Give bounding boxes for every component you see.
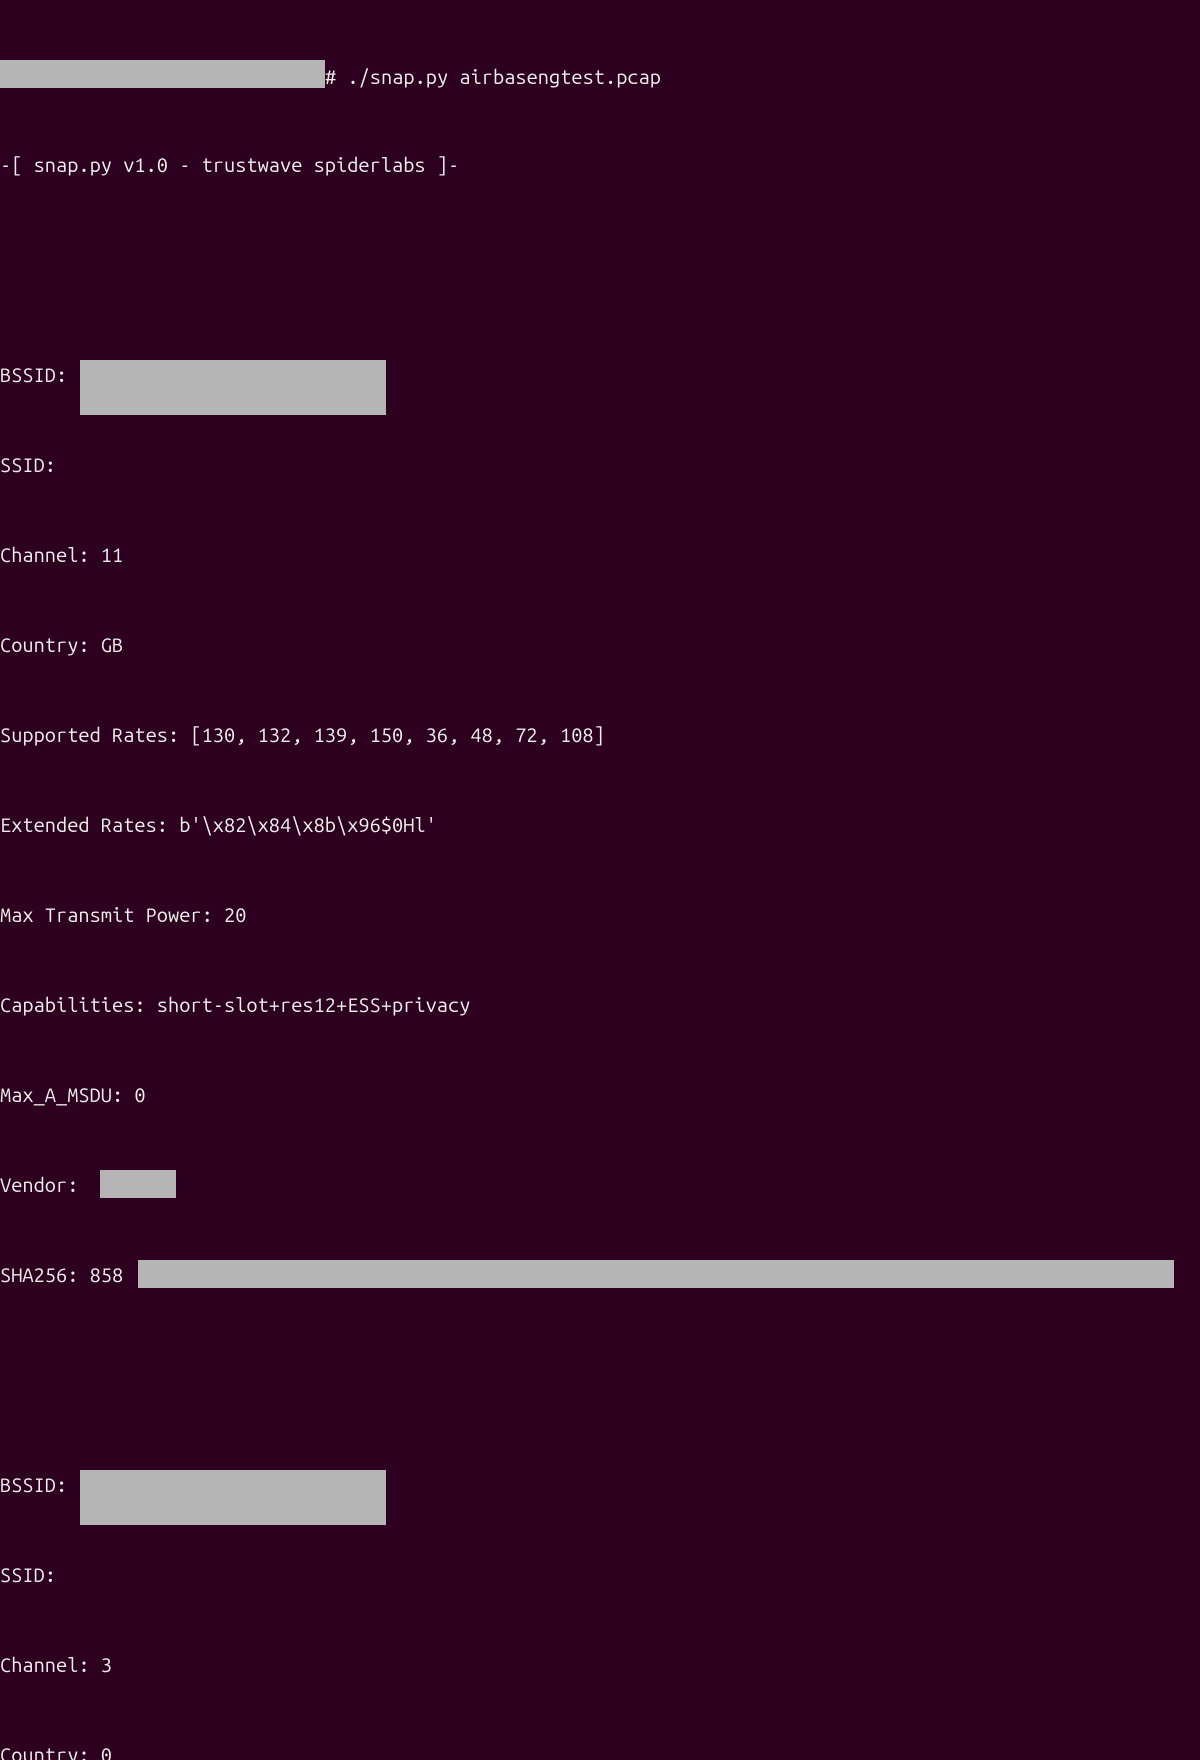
ssid-line-1: SSID: <box>0 450 1200 480</box>
channel-line-2: Channel: 3 <box>0 1650 1200 1680</box>
redacted-vendor-1 <box>100 1170 176 1198</box>
command-line: # ./snap.py airbasengtest.pcap <box>0 60 1200 90</box>
ssid-line-2: SSID: <box>0 1560 1200 1590</box>
sha256-line-1: SHA256: 858 <box>0 1260 1200 1290</box>
banner-line: -[ snap.py v1.0 - trustwave spiderlabs ]… <box>0 150 1200 180</box>
command-text: # ./snap.py airbasengtest.pcap <box>325 65 661 88</box>
bssid-line-2: BSSID: <box>0 1470 1200 1500</box>
redacted-bssid-ssid-2 <box>80 1470 386 1525</box>
max-transmit-power-line-1: Max Transmit Power: 20 <box>0 900 1200 930</box>
redacted-prompt <box>0 60 325 88</box>
max-a-msdu-line-1: Max_A_MSDU: 0 <box>0 1080 1200 1110</box>
terminal-output: # ./snap.py airbasengtest.pcap -[ snap.p… <box>0 0 1200 1760</box>
extended-rates-line-1: Extended Rates: b'\x82\x84\x8b\x96$0Hl' <box>0 810 1200 840</box>
supported-rates-line-1: Supported Rates: [130, 132, 139, 150, 36… <box>0 720 1200 750</box>
capabilities-line-1: Capabilities: short-slot+res12+ESS+priva… <box>0 990 1200 1020</box>
redacted-bssid-ssid-1 <box>80 360 386 415</box>
blank-line <box>0 1350 1200 1380</box>
country-line-1: Country: GB <box>0 630 1200 660</box>
vendor-line-1: Vendor: <box>0 1170 1200 1200</box>
country-line-2: Country: 0 <box>0 1740 1200 1760</box>
bssid-line-1: BSSID: <box>0 360 1200 390</box>
channel-line-1: Channel: 11 <box>0 540 1200 570</box>
blank-line <box>0 240 1200 270</box>
redacted-sha256-1 <box>138 1260 1174 1288</box>
